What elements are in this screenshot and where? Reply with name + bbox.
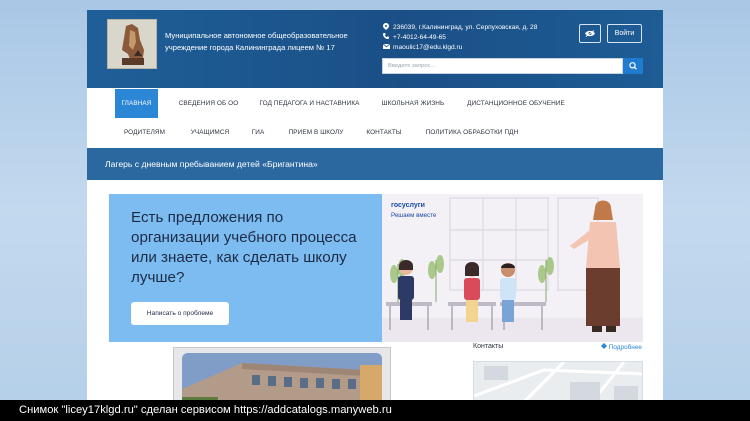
site-header: Муниципальное автономное общеобразовател…: [87, 10, 663, 88]
main-nav-row2: РОДИТЕЛЯМ УЧАЩИМСЯ ГИА ПРИЕМ В ШКОЛУ КОН…: [87, 118, 663, 146]
phone-icon: [383, 33, 393, 43]
banner-text[interactable]: Лагерь с дневным пребыванием детей «Бриг…: [105, 148, 318, 180]
nav-item-parents[interactable]: РОДИТЕЛЯМ: [117, 118, 172, 146]
phone-link[interactable]: +7-4012-64-49-65: [393, 33, 446, 43]
eye-icon: [585, 30, 595, 37]
nav-item-school-life[interactable]: ШКОЛЬНАЯ ЖИЗНЬ: [373, 89, 453, 118]
gosuslugi-logo: госуслуги: [391, 202, 425, 209]
promo-title-line1: Есть предложения по: [131, 209, 284, 226]
contacts-heading: Контакты: [473, 343, 504, 350]
org-name-line2: учреждение города Калининграда лицеем № …: [165, 43, 335, 52]
contact-info: 236039, г.Калининград, ул. Серпуховская,…: [382, 22, 538, 53]
promo-title: Есть предложения по организации учебного…: [131, 208, 381, 288]
main-nav-row1: ГЛАВНАЯ СВЕДЕНИЯ ОБ ОО ГОД ПЕДАГОГА И НА…: [87, 89, 663, 118]
promo-title-line3: или знаете, как сделать школу: [131, 249, 347, 266]
address-text: 236039, г.Калининград, ул. Серпуховская,…: [393, 24, 538, 31]
nav-item-privacy-policy[interactable]: ПОЛИТИКА ОБРАБОТКИ ПДН: [421, 118, 523, 146]
phone-row: +7-4012-64-49-65: [383, 33, 537, 43]
report-problem-button[interactable]: Написать о проблеме: [131, 302, 229, 325]
page: Муниципальное автономное общеобразовател…: [87, 10, 663, 405]
login-button[interactable]: Войти: [607, 24, 642, 43]
nav-item-home[interactable]: ГЛАВНАЯ: [115, 89, 158, 118]
news-banner[interactable]: Лагерь с дневным пребыванием детей «Бриг…: [87, 148, 663, 180]
email-link[interactable]: maoulic17@edu.klgd.ru: [393, 43, 462, 53]
feedback-promo: Есть предложения по организации учебного…: [109, 194, 643, 342]
nav-item-contacts[interactable]: КОНТАКТЫ: [361, 118, 407, 146]
nav-item-students[interactable]: УЧАЩИМСЯ: [183, 118, 237, 146]
nav-item-admission[interactable]: ПРИЕМ В ШКОЛУ: [283, 118, 349, 146]
contacts-more-label[interactable]: Подробнее: [609, 344, 642, 351]
promo-title-line2: организации учебного процесса: [131, 229, 357, 246]
organization-name: Муниципальное автономное общеобразовател…: [165, 30, 365, 54]
mail-icon: [382, 43, 393, 53]
email-row: maoulic17@edu.klgd.ru: [382, 43, 537, 53]
map-marker-icon: [601, 343, 609, 351]
search-button[interactable]: [623, 58, 643, 74]
screenshot-caption: Снимок "licey17klgd.ru" сделан сервисом …: [0, 400, 750, 421]
contacts-more-link[interactable]: Подробнее: [601, 343, 642, 351]
gosuslugi-subtitle: Решаем вместе: [391, 212, 437, 219]
search-input[interactable]: Введите запрос...: [382, 58, 623, 74]
accessibility-eye-button[interactable]: [579, 24, 601, 43]
nav-item-about[interactable]: СВЕДЕНИЯ ОБ ОО: [167, 89, 250, 118]
contacts-map[interactable]: [473, 361, 643, 405]
nav-item-gia[interactable]: ГИА: [245, 118, 271, 146]
search-icon: [629, 62, 637, 70]
address-row: 236039, г.Калининград, ул. Серпуховская,…: [383, 22, 538, 34]
nav-item-teacher-year[interactable]: ГОД ПЕДАГОГА И НАСТАВНИКА: [252, 89, 367, 118]
school-logo[interactable]: [107, 19, 157, 69]
org-name-line1: Муниципальное автономное общеобразовател…: [165, 31, 348, 40]
promo-title-line4: лучше?: [131, 269, 185, 286]
location-pin-icon: [383, 22, 393, 34]
nav-item-distance-learning[interactable]: ДИСТАНЦИОННОЕ ОБУЧЕНИЕ: [461, 89, 571, 118]
school-building-photo[interactable]: [182, 353, 382, 405]
